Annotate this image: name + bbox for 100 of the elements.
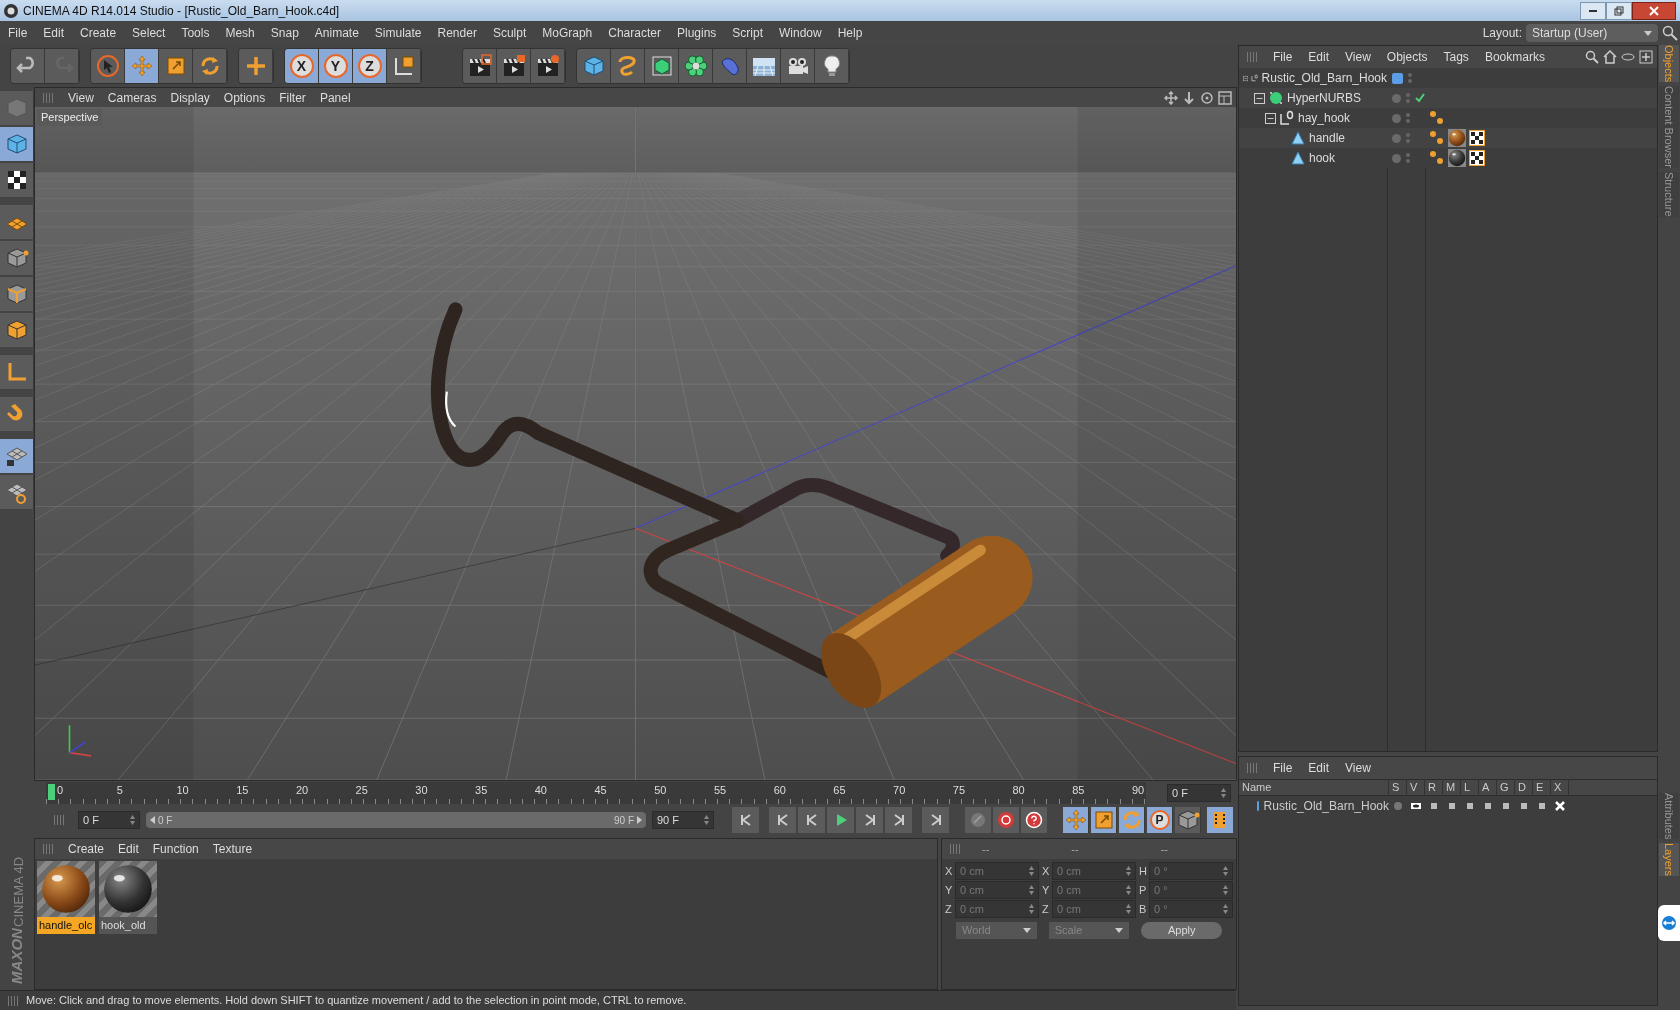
menu-item[interactable]: Sculpt [484,24,535,42]
checkmark-icon[interactable] [1415,93,1425,103]
layer-row[interactable]: Rustic_Old_Barn_Hook [1239,796,1657,816]
tool-button[interactable] [11,49,45,83]
object-menu-item[interactable]: View [1337,48,1379,66]
layer-menu-item[interactable]: Edit [1300,759,1338,777]
spinner-arrows-icon[interactable] [1221,788,1226,798]
eye-icon[interactable] [1621,50,1635,64]
object-row[interactable]: HyperNURBS [1239,88,1657,108]
visibility-toggle-icon[interactable] [1405,131,1411,145]
side-tab[interactable]: Content Browser [1659,86,1679,169]
menu-item[interactable]: Snap [262,24,307,42]
close-button[interactable] [1632,1,1676,20]
tool-button[interactable] [387,49,421,83]
playback-button[interactable] [798,807,825,833]
column-header[interactable]: R [1425,779,1443,796]
left-arrow-icon[interactable] [150,816,155,824]
object-row[interactable]: handle [1239,128,1657,148]
layer-toggle-icon[interactable] [1392,800,1404,812]
viewport-menu-item[interactable]: View [61,88,101,107]
side-tab[interactable]: Attributes [1659,792,1679,839]
layer-toggle-icon[interactable] [1554,800,1566,812]
material-menu-item[interactable]: Create [61,840,112,858]
side-tab[interactable]: Objects [1659,45,1679,83]
object-menu-item[interactable]: Edit [1300,48,1338,66]
tool-button[interactable] [781,49,815,83]
layer-toggle-icon[interactable] [1536,800,1548,812]
menu-item[interactable]: Plugins [668,24,725,42]
tool-button[interactable] [747,49,781,83]
visibility-toggle-icon[interactable] [1405,111,1411,125]
menu-item[interactable]: Help [829,24,871,42]
side-tab[interactable]: Layers [1659,842,1679,876]
object-menu-item[interactable]: Bookmarks [1476,48,1553,66]
material-menu-item[interactable]: Edit [111,840,146,858]
layout-dropdown[interactable]: Startup (User) [1526,24,1658,42]
side-tab[interactable]: Structure [1659,172,1679,217]
current-frame-field[interactable]: 0 F [1167,784,1231,802]
column-header[interactable]: A [1479,779,1497,796]
menu-item[interactable]: Tools [173,24,218,42]
timeline-ruler[interactable]: 0 5 10 15 20 25 30 35 40 45 50 55 60 65 70 75 80 85 90 [46,782,1146,804]
minimize-button[interactable] [1580,1,1606,20]
column-header[interactable]: L [1461,779,1479,796]
tool-button[interactable] [679,49,713,83]
material-menu-item[interactable]: Function [145,840,206,858]
playback-button[interactable] [769,807,796,833]
end-frame-field[interactable]: 90 F [652,811,714,829]
layer-toggle-icon[interactable] [1518,800,1530,812]
column-header[interactable]: E [1533,779,1551,796]
layer-toggle-icon[interactable] [1446,800,1458,812]
column-header[interactable]: M [1443,779,1461,796]
expand-toggle-icon[interactable] [1254,92,1265,104]
layer-toggle-icon[interactable] [1428,800,1440,812]
restore-button[interactable] [1606,1,1632,20]
menu-item[interactable]: Render [429,24,485,42]
layer-color-swatch[interactable] [1392,72,1403,84]
viewport-menu-item[interactable]: Display [163,88,217,107]
viewport-menu-item[interactable]: Panel [312,88,358,107]
menu-item[interactable]: Select [124,24,174,42]
layer-toggle-icon[interactable] [1410,800,1422,812]
home-icon[interactable] [1603,50,1617,64]
object-menu-item[interactable]: Tags [1435,48,1477,66]
tool-button[interactable] [0,475,34,509]
material-swatch[interactable]: hook_old [99,861,157,934]
texture-tag-icon[interactable] [1469,130,1485,146]
tool-button[interactable] [0,163,34,197]
phong-tag-icon[interactable] [1429,110,1445,126]
tool-button[interactable] [531,49,565,83]
search-icon[interactable] [1662,25,1678,41]
layer-toggle-icon[interactable] [1500,800,1512,812]
menu-item[interactable]: Animate [306,24,367,42]
visibility-toggle-icon[interactable] [1405,151,1411,165]
column-header[interactable]: X [1551,779,1569,796]
object-menu-item[interactable]: File [1265,48,1301,66]
play-button[interactable] [827,807,854,833]
viewport-menu-item[interactable]: Cameras [100,88,164,107]
menu-item[interactable]: MoGraph [534,24,601,42]
new-window-icon[interactable] [1639,50,1653,64]
playback-button[interactable] [732,807,759,833]
layer-menu-item[interactable]: File [1265,759,1301,777]
menu-item[interactable]: Mesh [217,24,263,42]
menu-item[interactable]: Character [600,24,669,42]
menu-item[interactable]: Simulate [366,24,430,42]
spinner-arrows-icon[interactable] [130,815,135,825]
texture-tag-icon[interactable] [1469,150,1485,166]
right-arrow-icon[interactable] [637,816,642,824]
menu-item[interactable]: Edit [35,24,73,42]
tool-button[interactable] [463,49,497,83]
record-button[interactable] [993,807,1019,833]
layer-toggle-icon[interactable] [1482,800,1494,812]
maximize-icon[interactable] [1218,90,1232,105]
layer-toggle-icon[interactable] [1464,800,1476,812]
playhead-marker[interactable] [48,784,55,800]
search-icon[interactable] [1585,50,1599,64]
tool-button[interactable] [0,439,34,473]
range-slider[interactable]: 0 F 90 F [146,812,646,828]
pan-icon[interactable] [1164,90,1178,105]
column-header[interactable]: V [1407,779,1425,796]
menu-item[interactable]: Script [724,24,771,42]
column-header[interactable]: S [1389,779,1407,796]
column-header[interactable]: Name [1239,779,1389,796]
